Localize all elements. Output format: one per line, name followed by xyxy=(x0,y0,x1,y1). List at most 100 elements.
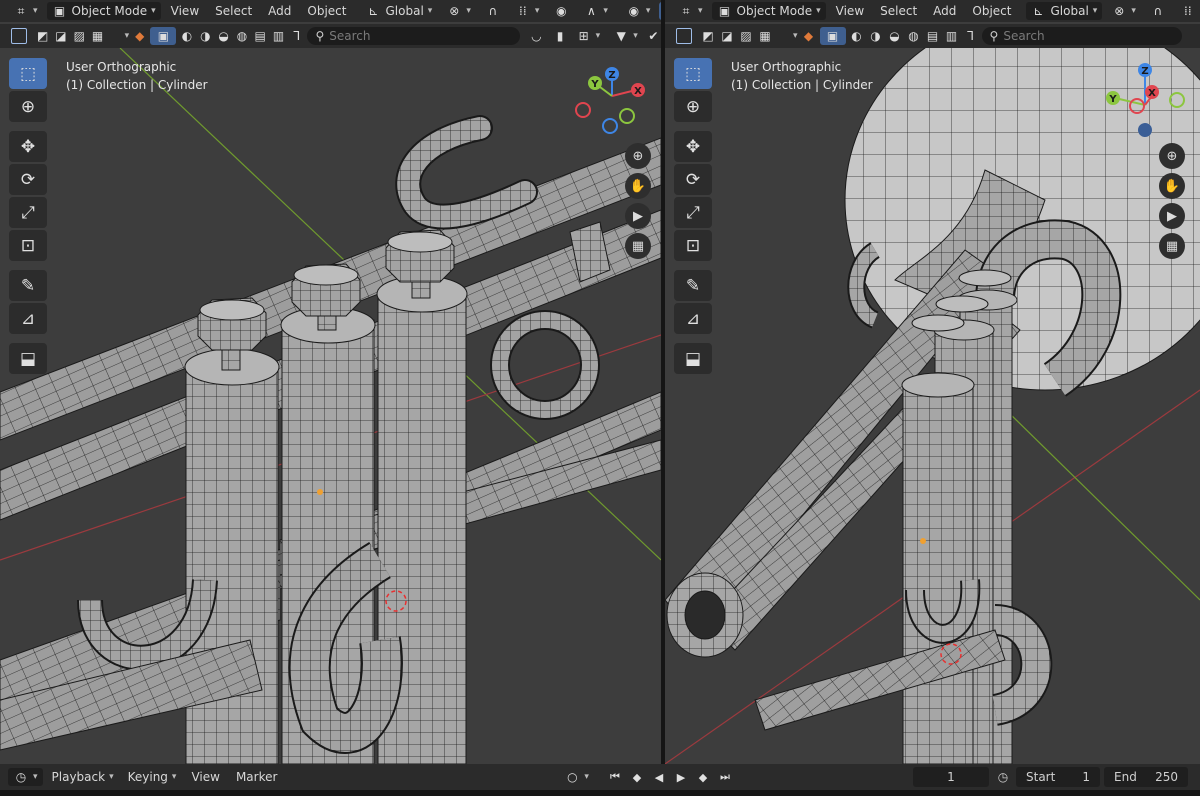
timeline-editor-type[interactable]: ◷ ▾ xyxy=(8,768,43,786)
jump-start-button[interactable]: ⏮ xyxy=(606,768,624,786)
snap-target-dropdown[interactable]: ⁞⁞▾ xyxy=(510,2,545,20)
jump-end-button[interactable]: ⏭ xyxy=(716,768,734,786)
menu-object[interactable]: Object xyxy=(966,4,1017,18)
xray-toggle[interactable]: ▣ xyxy=(819,27,846,45)
pan-button[interactable]: ✋ xyxy=(625,173,651,199)
snap-toggle[interactable]: ∩ xyxy=(1145,2,1171,20)
filter-dropdown[interactable]: ◡ xyxy=(523,27,549,45)
pivot-point-dropdown[interactable]: ⊗ ▾ xyxy=(441,2,476,20)
xray-toggle[interactable]: ▣ xyxy=(150,27,177,45)
select-invert-icon[interactable]: ▨ xyxy=(72,27,87,45)
tool-measure[interactable]: ⊿ xyxy=(9,303,47,334)
transform-orientation-dropdown[interactable]: ⊾ Global ▾ xyxy=(361,2,438,20)
pan-button[interactable]: ✋ xyxy=(1159,173,1185,199)
snap-toggle[interactable]: ∩ xyxy=(480,2,506,20)
end-frame-field[interactable]: End 250 xyxy=(1104,767,1188,787)
menu-select[interactable]: Select xyxy=(209,4,258,18)
ortho-toggle-button[interactable]: ▦ xyxy=(625,233,651,259)
menu-object[interactable]: Object xyxy=(301,4,352,18)
select-extend-icon[interactable]: ◩ xyxy=(35,27,50,45)
tool-select[interactable]: ⬚ xyxy=(674,58,712,89)
editor-type-button[interactable]: ⌗ ▾ xyxy=(673,2,708,20)
menu-timeline-view[interactable]: View xyxy=(185,770,225,784)
shading-rendered-icon[interactable]: ◒ xyxy=(216,27,231,45)
menu-add[interactable]: Add xyxy=(927,4,962,18)
world-icon[interactable]: ◍ xyxy=(906,27,922,45)
select-extend-icon[interactable]: ◩ xyxy=(700,27,716,45)
select-invert-icon[interactable]: ▨ xyxy=(738,27,754,45)
menu-view[interactable]: View xyxy=(165,4,205,18)
text-icon[interactable]: Ꞁ xyxy=(289,27,304,45)
tool-measure[interactable]: ⊿ xyxy=(674,303,712,334)
navigation-gizmo[interactable]: Z X Y xyxy=(1105,60,1185,140)
current-frame-field[interactable]: 1 xyxy=(913,767,989,787)
snap-target-dropdown[interactable]: ⁞⁞▾ xyxy=(1175,2,1200,20)
shading-solid-icon[interactable]: ◐ xyxy=(179,27,194,45)
tool-select[interactable]: ⬚ xyxy=(9,58,47,89)
tool-move[interactable]: ✥ xyxy=(9,131,47,162)
camera-view-button[interactable]: ▶ xyxy=(1159,203,1185,229)
start-frame-field[interactable]: Start 1 xyxy=(1016,767,1100,787)
proportional-edit-toggle[interactable]: ◉ xyxy=(548,2,574,20)
shading-rendered-icon[interactable]: ◒ xyxy=(887,27,903,45)
world-icon[interactable]: ◍ xyxy=(234,27,249,45)
visibility-dropdown[interactable]: ◉ ▾ xyxy=(621,2,656,20)
chevron-down-icon[interactable]: ▾ xyxy=(125,31,130,41)
object-type-icon[interactable]: ◆ xyxy=(801,27,817,45)
mode-dropdown[interactable]: ▣ Object Mode ▾ xyxy=(711,2,826,20)
shading-material-icon[interactable]: ◑ xyxy=(868,27,884,45)
tool-scale[interactable]: ⤢ xyxy=(9,197,47,228)
select-box-mode[interactable] xyxy=(671,27,697,45)
tool-add-cube[interactable]: ⬓ xyxy=(674,343,712,374)
tool-scale[interactable]: ⤢ xyxy=(674,197,712,228)
tool-annotate[interactable]: ✎ xyxy=(9,270,47,301)
play-button[interactable]: ▶ xyxy=(672,768,690,786)
shading-material-icon[interactable]: ◑ xyxy=(198,27,213,45)
menu-keying[interactable]: Keying ▾ xyxy=(123,768,182,786)
menu-add[interactable]: Add xyxy=(262,4,297,18)
ortho-toggle-button[interactable]: ▦ xyxy=(1159,233,1185,259)
tool-annotate[interactable]: ✎ xyxy=(674,270,712,301)
tool-move[interactable]: ✥ xyxy=(674,131,712,162)
pivot-point-dropdown[interactable]: ⊗ ▾ xyxy=(1106,2,1141,20)
menu-marker[interactable]: Marker xyxy=(230,770,283,784)
shading-solid-icon[interactable]: ◐ xyxy=(849,27,865,45)
tool-cursor[interactable]: ⊕ xyxy=(9,91,47,122)
navigation-gizmo[interactable]: Z X Y xyxy=(572,64,652,144)
tool-rotate[interactable]: ⟳ xyxy=(674,164,712,195)
mode-dropdown[interactable]: ▣ Object Mode ▾ xyxy=(46,2,161,20)
render-icon[interactable]: ▤ xyxy=(253,27,268,45)
tool-transform[interactable]: ⊡ xyxy=(9,230,47,261)
search-field[interactable]: ⚲ Search xyxy=(981,27,1182,45)
transform-orientation-dropdown[interactable]: ⊾ Global ▾ xyxy=(1025,2,1103,20)
chevron-down-icon[interactable]: ▾ xyxy=(793,31,798,41)
render-icon[interactable]: ▤ xyxy=(925,27,941,45)
hierarchy-dropdown[interactable]: ⊞ ▾ xyxy=(571,27,606,45)
menu-select[interactable]: Select xyxy=(874,4,923,18)
play-reverse-button[interactable]: ◀ xyxy=(650,768,668,786)
tool-rotate[interactable]: ⟳ xyxy=(9,164,47,195)
zoom-button[interactable]: ⊕ xyxy=(625,143,651,169)
editor-type-button[interactable]: ⌗ ▾ xyxy=(8,2,43,20)
falloff-dropdown[interactable]: ∧ ▾ xyxy=(578,2,613,20)
prev-keyframe-button[interactable]: ◆ xyxy=(628,768,646,786)
viewport-right[interactable]: ⌗ ▾ ▣ Object Mode ▾ View Select Add Objec… xyxy=(665,0,1200,764)
tool-transform[interactable]: ⊡ xyxy=(674,230,712,261)
menu-view[interactable]: View xyxy=(830,4,870,18)
select-intersect-icon[interactable]: ▦ xyxy=(90,27,105,45)
funnel-dropdown[interactable]: ▼ ▾ xyxy=(608,27,643,45)
search-field[interactable]: ⚲ Search xyxy=(307,27,521,45)
select-subtract-icon[interactable]: ◪ xyxy=(719,27,735,45)
tool-cursor[interactable]: ⊕ xyxy=(674,91,712,122)
next-keyframe-button[interactable]: ◆ xyxy=(694,768,712,786)
object-type-icon[interactable]: ◆ xyxy=(132,27,147,45)
select-box-mode[interactable] xyxy=(6,27,32,45)
select-intersect-icon[interactable]: ▦ xyxy=(757,27,773,45)
camera-icon[interactable]: ▥ xyxy=(271,27,286,45)
menu-playback[interactable]: Playback ▾ xyxy=(47,768,119,786)
viewport-left[interactable]: ⌗ ▾ ▣ Object Mode ▾ View Select Add Objec… xyxy=(0,0,661,764)
auto-keying-toggle[interactable]: ○ ▾ xyxy=(559,768,594,786)
select-subtract-icon[interactable]: ◪ xyxy=(53,27,68,45)
tool-add-cube[interactable]: ⬓ xyxy=(9,343,47,374)
camera-view-button[interactable]: ▶ xyxy=(625,203,651,229)
